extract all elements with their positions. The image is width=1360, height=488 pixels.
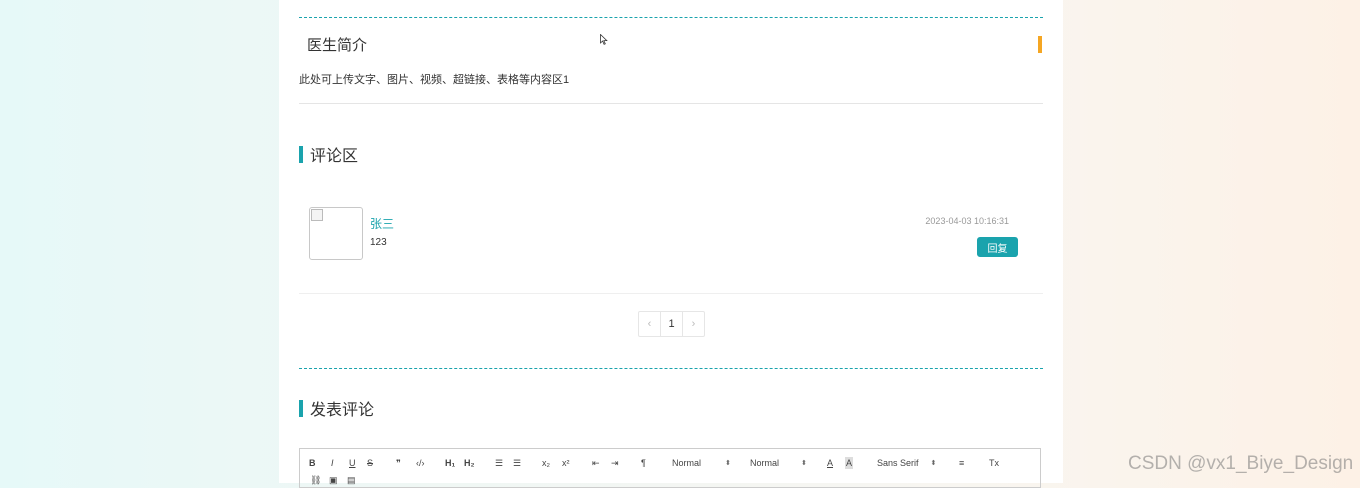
watermark: CSDN @vx1_Biye_Design [1128, 453, 1354, 474]
align-icon[interactable]: ≡ [959, 457, 964, 469]
divider [299, 103, 1043, 104]
page-number-button[interactable]: 1 [660, 312, 683, 336]
intro-title: 医生简介 [307, 37, 368, 54]
text-direction-icon[interactable]: ¶ [641, 457, 646, 469]
comment-text: 123 [370, 237, 387, 248]
clean-format-icon[interactable]: Tx [989, 457, 999, 469]
header-picker[interactable]: Normal ⬍ [750, 457, 807, 469]
font-picker[interactable]: Sans Serif ⬍ [877, 457, 936, 469]
font-color-icon[interactable]: A [827, 457, 833, 469]
ordered-list-icon[interactable]: ☰ [495, 457, 503, 469]
section-marker-bar [299, 399, 303, 417]
outdent-icon[interactable]: ⇤ [592, 457, 600, 469]
comments-section-header: 评论区 [299, 142, 358, 166]
image-icon[interactable]: ▣ [329, 474, 338, 486]
pagination: ‹ 1 › [638, 311, 705, 337]
mouse-cursor-icon [600, 34, 608, 45]
updown-caret-icon: ⬍ [930, 460, 937, 467]
strike-button[interactable]: S [367, 457, 373, 469]
link-icon[interactable]: ⛓ [310, 474, 321, 486]
next-page-button[interactable]: › [683, 312, 704, 336]
indent-icon[interactable]: ⇥ [611, 457, 619, 469]
header-picker-label: Normal [750, 458, 780, 468]
editor-toolbar: B I U S ❞ ‹/› H₁ H₂ ☰ ☰ x₂ x² ⇤ ⇥ ¶ Norm… [299, 448, 1041, 488]
comment-username[interactable]: 张三 [370, 215, 394, 232]
post-comment-header: 发表评论 [299, 396, 374, 420]
superscript-button[interactable]: x² [562, 457, 570, 469]
size-picker-label: Normal [672, 458, 702, 468]
broken-image-icon [311, 209, 323, 221]
code-icon[interactable]: ‹/› [416, 457, 425, 469]
background-color-icon[interactable]: A [845, 457, 854, 469]
dashed-divider [299, 17, 1043, 18]
content-panel: 医生简介 此处可上传文字、图片、视频、超链接、表格等内容区1 评论区 张三 12… [279, 0, 1063, 488]
updown-caret-icon: ⬍ [725, 460, 731, 467]
blockquote-icon[interactable]: ❞ [396, 457, 401, 469]
italic-button[interactable]: I [331, 457, 334, 469]
comments-section-title: 评论区 [310, 148, 359, 165]
dashed-divider [299, 368, 1043, 369]
subscript-button[interactable]: x₂ [542, 457, 550, 469]
intro-content: 此处可上传文字、图片、视频、超链接、表格等内容区1 [299, 74, 570, 86]
underline-button[interactable]: U [349, 457, 356, 469]
comment-timestamp: 2023-04-03 10:16:31 [925, 216, 1009, 226]
section-marker-bar [299, 145, 303, 163]
post-comment-title: 发表评论 [310, 402, 375, 419]
intro-marker-bar [1038, 36, 1042, 53]
size-picker[interactable]: Normal ⬍ [672, 457, 731, 469]
avatar [309, 207, 363, 260]
h2-button[interactable]: H₂ [464, 457, 475, 469]
divider [299, 293, 1043, 294]
video-icon[interactable]: ▤ [347, 474, 356, 486]
updown-caret-icon: ⬍ [801, 460, 807, 467]
bullet-list-icon[interactable]: ☰ [513, 457, 521, 469]
prev-page-button[interactable]: ‹ [639, 312, 660, 336]
h1-button[interactable]: H₁ [445, 457, 455, 469]
reply-button[interactable]: 回复 [977, 237, 1018, 257]
font-picker-label: Sans Serif [877, 458, 919, 468]
bold-button[interactable]: B [309, 457, 316, 469]
